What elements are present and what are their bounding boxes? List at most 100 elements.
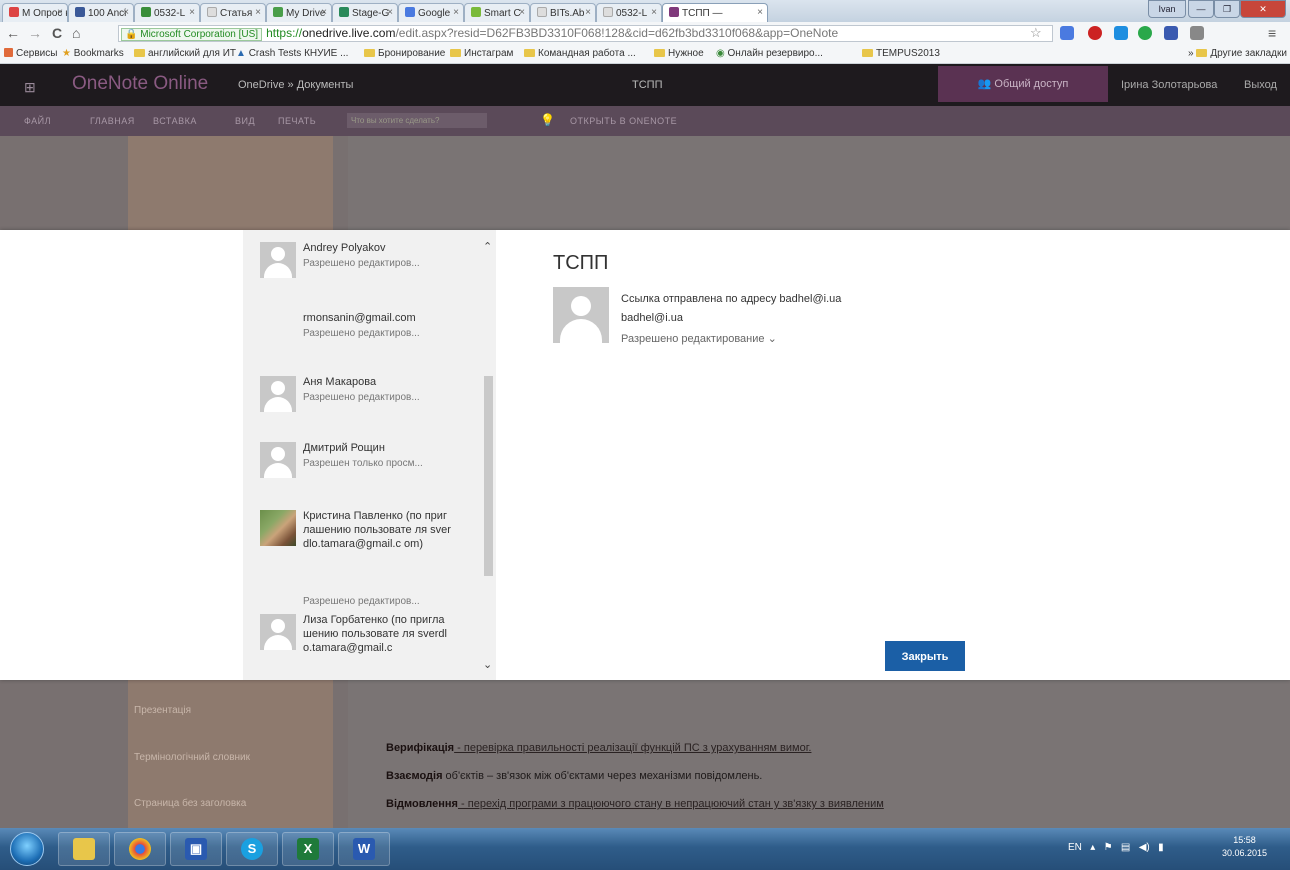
page-item[interactable]: Презентація xyxy=(134,705,191,716)
ribbon-tab-insert[interactable]: ВСТАВКА xyxy=(153,116,197,126)
menu-icon[interactable]: ≡ xyxy=(1268,25,1276,41)
close-tab-icon[interactable]: × xyxy=(387,7,393,18)
power-icon[interactable]: ▮ xyxy=(1158,842,1164,853)
browser-tab[interactable]: Stage-G × xyxy=(332,3,398,22)
browser-tab[interactable]: BITs.Ab × xyxy=(530,3,596,22)
reload-icon[interactable]: C xyxy=(52,25,62,41)
drive-icon xyxy=(141,7,151,17)
extension-icon[interactable] xyxy=(1190,26,1204,40)
profile-button[interactable]: Ivan xyxy=(1148,0,1186,18)
word-icon: W xyxy=(353,838,375,860)
language-indicator[interactable]: EN xyxy=(1068,842,1082,853)
url-input[interactable]: 🔒 Microsoft Corporation [US] https://oned… xyxy=(118,25,1053,42)
contact-name: Аня Макарова xyxy=(303,376,377,388)
explorer-taskbar-button[interactable] xyxy=(58,832,110,866)
permission-dropdown[interactable]: Разрешено редактирование ⌄ xyxy=(621,332,777,345)
close-tab-icon[interactable]: × xyxy=(453,7,459,18)
tell-me-input[interactable]: Что вы хотите сделать? xyxy=(347,113,487,128)
close-tab-icon[interactable]: × xyxy=(255,7,261,18)
volume-icon[interactable]: ◀) xyxy=(1139,842,1156,853)
start-button[interactable] xyxy=(10,832,44,866)
page-icon xyxy=(603,7,613,17)
maximize-button[interactable]: ❐ xyxy=(1214,0,1240,18)
bookmark-item[interactable]: Сервисы xyxy=(4,48,57,59)
bookmark-star-icon[interactable]: ☆ xyxy=(1030,25,1042,41)
page-icon xyxy=(537,7,547,17)
close-window-button[interactable]: ✕ xyxy=(1240,0,1286,18)
avatar xyxy=(260,242,296,278)
browser-tab[interactable]: 0532-L × xyxy=(134,3,200,22)
ribbon-tab-file[interactable]: ФАЙЛ xyxy=(24,116,51,126)
close-tab-icon[interactable]: × xyxy=(189,7,195,18)
page-item[interactable]: Термінологічний словник xyxy=(134,752,250,763)
save-taskbar-button[interactable]: ▣ xyxy=(170,832,222,866)
browser-tab[interactable]: M Опрос н × xyxy=(2,3,68,22)
contact-permission: Разрешено редактиров... xyxy=(303,258,420,269)
other-bookmarks[interactable]: » Другие закладки xyxy=(1188,48,1287,59)
share-dialog: Andrey Polyakov Разрешено редактиров... … xyxy=(0,230,1290,680)
close-tab-icon[interactable]: × xyxy=(123,7,129,18)
bookmark-item[interactable]: Нужное xyxy=(654,48,704,59)
extension-icon[interactable] xyxy=(1114,26,1128,40)
flag-icon[interactable]: ⚑ xyxy=(1104,842,1119,853)
page-item[interactable]: Страница без заголовка xyxy=(134,798,246,809)
close-tab-icon[interactable]: × xyxy=(651,7,657,18)
browser-tab[interactable]: Google × xyxy=(398,3,464,22)
sign-out-link[interactable]: Выход xyxy=(1244,79,1277,91)
extension-icon[interactable] xyxy=(1138,26,1152,40)
clock[interactable]: 15:58 30.06.2015 xyxy=(1222,834,1267,860)
bookmark-item[interactable]: ★ Bookmarks xyxy=(62,48,124,59)
close-button[interactable]: Закрыть xyxy=(885,641,965,671)
skype-taskbar-button[interactable]: S xyxy=(226,832,278,866)
browser-tab[interactable]: 0532-L × xyxy=(596,3,662,22)
scrollbar-thumb[interactable] xyxy=(484,376,493,576)
shared-people-list[interactable]: Andrey Polyakov Разрешено редактиров... … xyxy=(243,230,496,680)
scroll-up-icon[interactable]: ⌃ xyxy=(483,240,492,253)
tray-expand-icon[interactable]: ▴ xyxy=(1085,842,1101,853)
word-taskbar-button[interactable]: W xyxy=(338,832,390,866)
certificate-badge[interactable]: 🔒 Microsoft Corporation [US] xyxy=(121,28,263,41)
forward-icon[interactable]: → xyxy=(28,25,42,41)
home-icon[interactable]: ⌂ xyxy=(72,25,80,41)
browser-tab[interactable]: 100 Anci × xyxy=(68,3,134,22)
browser-tab[interactable]: Smart C × xyxy=(464,3,530,22)
bookmark-item[interactable]: ▲ Crash Tests КНУИЕ ... xyxy=(236,48,348,59)
close-tab-icon[interactable]: × xyxy=(585,7,591,18)
bookmark-item[interactable]: ◉ Онлайн резервиро... xyxy=(716,48,823,59)
chevron-down-icon: ⌄ xyxy=(767,333,777,345)
close-tab-icon[interactable]: × xyxy=(757,7,763,18)
extension-icon[interactable] xyxy=(1060,26,1074,40)
app-name[interactable]: OneNote Online xyxy=(72,73,208,95)
user-name[interactable]: Ірина Золотарьова xyxy=(1121,79,1217,91)
ribbon-tab-view[interactable]: ВИД xyxy=(235,116,255,126)
excel-taskbar-button[interactable]: X xyxy=(282,832,334,866)
onenote-icon xyxy=(669,7,679,17)
avatar-photo xyxy=(260,510,296,546)
browser-tab[interactable]: My Drive × xyxy=(266,3,332,22)
avatar xyxy=(260,614,296,650)
app-launcher-icon[interactable]: ⊞ xyxy=(24,79,36,96)
close-tab-icon[interactable]: × xyxy=(321,7,327,18)
browser-tab-active[interactable]: ТСПП — × xyxy=(662,3,768,22)
close-tab-icon[interactable]: × xyxy=(519,7,525,18)
opera-extension-icon[interactable] xyxy=(1088,26,1102,40)
ribbon-tab-print[interactable]: ПЕЧАТЬ xyxy=(278,116,316,126)
ribbon-tab-home[interactable]: ГЛАВНАЯ xyxy=(90,116,135,126)
bookmark-item[interactable]: Инстаграм xyxy=(450,48,513,59)
scroll-down-icon[interactable]: ⌄ xyxy=(483,658,492,671)
contact-name: Кристина Павленко (по приглашению пользо… xyxy=(303,510,451,550)
open-in-onenote-button[interactable]: ОТКРЫТЬ В ONENOTE xyxy=(570,116,677,126)
breadcrumb[interactable]: OneDrive » Документы xyxy=(238,79,353,91)
network-icon[interactable]: ▤ xyxy=(1121,842,1136,853)
chrome-taskbar-button[interactable] xyxy=(114,832,166,866)
bookmark-item[interactable]: Командная работа ... xyxy=(524,48,636,59)
minimize-button[interactable]: — xyxy=(1188,0,1214,18)
bookmark-item[interactable]: Бронирование xyxy=(364,48,445,59)
share-button[interactable]: 👥 Общий доступ xyxy=(938,66,1108,102)
bookmark-item[interactable]: TEMPUS2013 xyxy=(862,48,940,59)
close-tab-icon[interactable]: × xyxy=(57,7,63,18)
back-icon[interactable]: ← xyxy=(6,25,20,41)
bookmark-item[interactable]: английский для ИТ xyxy=(134,48,236,59)
browser-tab[interactable]: Статья × xyxy=(200,3,266,22)
extension-icon[interactable] xyxy=(1164,26,1178,40)
